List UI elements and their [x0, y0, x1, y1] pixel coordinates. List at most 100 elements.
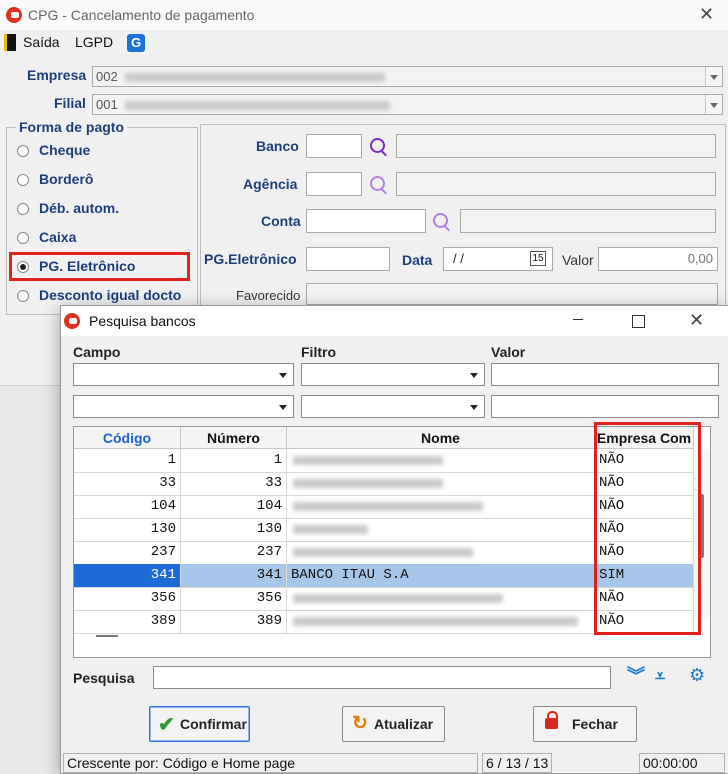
option-cheque[interactable]: Cheque: [39, 142, 90, 158]
chevron-down-icon[interactable]: [705, 67, 722, 86]
menu-lgpd[interactable]: LGPD: [75, 34, 113, 50]
confirm-label: Confirmar: [180, 716, 247, 732]
chevron-down-icon[interactable]: [276, 366, 291, 383]
check-icon: ✔: [158, 714, 175, 736]
option-desconto[interactable]: Desconto igual docto: [39, 287, 181, 303]
chevron-down-icon[interactable]: [467, 366, 482, 383]
conta-name-field: [460, 209, 716, 233]
col-numero[interactable]: Número: [181, 427, 287, 449]
redacted-text: [293, 502, 483, 511]
empresa-select[interactable]: 002: [92, 66, 723, 87]
valor-input[interactable]: 0,00: [598, 247, 718, 271]
confirm-button[interactable]: ✔ Confirmar: [149, 706, 250, 742]
search-icon[interactable]: [370, 176, 385, 191]
dialog-title: Pesquisa bancos: [89, 313, 196, 329]
pg-eletronico-label: PG.Eletrônico: [204, 251, 297, 267]
valor-input-1[interactable]: [491, 363, 719, 386]
redacted-text: [293, 456, 443, 465]
filtro-select-2[interactable]: [301, 395, 485, 418]
search-icon[interactable]: [370, 138, 385, 153]
close-label: Fechar: [572, 716, 618, 732]
conta-input[interactable]: [306, 209, 426, 233]
data-label: Data: [402, 252, 433, 268]
jump-to-end-icon[interactable]: ⩡: [655, 666, 665, 686]
app-logo-icon: [64, 313, 80, 329]
filial-label: Filial: [54, 95, 86, 111]
close-icon[interactable]: ✕: [699, 4, 714, 25]
filtro-select-1[interactable]: [301, 363, 485, 386]
radio-caixa[interactable]: [17, 232, 29, 244]
search-icon[interactable]: [433, 213, 448, 228]
radio-deb-autom[interactable]: [17, 203, 29, 215]
double-chevron-down-icon[interactable]: ︾: [627, 666, 645, 686]
calendar-icon[interactable]: 15: [530, 251, 546, 266]
status-position: 6 / 13 / 13: [482, 753, 552, 773]
redacted-text: [293, 479, 443, 488]
horizontal-scroll-thumb[interactable]: [96, 635, 118, 637]
cell-codigo: 1: [74, 449, 181, 472]
status-sort: Crescente por: Código e Home page: [63, 753, 478, 773]
search-input[interactable]: [153, 666, 611, 689]
radio-cheque[interactable]: [17, 145, 29, 157]
radio-bordero[interactable]: [17, 174, 29, 186]
cell-numero: 130: [181, 518, 287, 541]
option-bordero[interactable]: Borderô: [39, 171, 93, 187]
radio-desconto[interactable]: [17, 290, 29, 302]
bank-search-dialog: Pesquisa bancos ✕ Campo Filtro Valor Cód…: [60, 305, 728, 774]
banco-input[interactable]: [306, 134, 362, 158]
chevron-down-icon[interactable]: [705, 95, 722, 114]
gear-icon[interactable]: ⚙: [689, 665, 705, 685]
status-time: 00:00:00: [639, 753, 725, 773]
option-caixa[interactable]: Caixa: [39, 229, 76, 245]
banco-label: Banco: [256, 138, 299, 154]
cell-nome: BANCO ITAU S.A: [287, 564, 595, 587]
cell-numero: 33: [181, 472, 287, 495]
cell-numero: 341: [181, 564, 287, 587]
banco-name-field: [396, 134, 716, 158]
pg-eletronico-input[interactable]: [306, 247, 390, 271]
redacted-text: [293, 594, 503, 603]
conta-label: Conta: [261, 213, 301, 229]
cell-codigo: 33: [74, 472, 181, 495]
campo-select-2[interactable]: [73, 395, 294, 418]
exit-door-icon[interactable]: [4, 34, 16, 51]
payment-method-title: Forma de pagto: [16, 119, 128, 135]
cell-nome: [287, 541, 595, 564]
empresa-label: Empresa: [27, 67, 87, 83]
lock-shackle: [547, 711, 558, 721]
chevron-down-icon[interactable]: [276, 398, 291, 415]
refresh-icon: ↻: [352, 713, 368, 734]
maximize-icon[interactable]: [632, 315, 645, 328]
filtro-label: Filtro: [301, 344, 336, 360]
close-button[interactable]: Fechar: [533, 706, 637, 742]
refresh-button[interactable]: ↻ Atualizar: [342, 706, 445, 742]
empresa-value: 002: [96, 69, 118, 84]
redacted-text: [293, 617, 578, 626]
redacted-text: [293, 548, 473, 557]
close-icon[interactable]: ✕: [689, 310, 704, 331]
valor-label: Valor: [491, 344, 526, 360]
menu-exit[interactable]: Saída: [23, 34, 60, 50]
valor-input-2[interactable]: [491, 395, 719, 418]
cell-codigo: 389: [74, 610, 181, 633]
filial-value: 001: [96, 97, 118, 112]
cell-nome: [287, 587, 595, 610]
cell-nome: [287, 610, 595, 633]
minimize-icon[interactable]: [573, 319, 583, 320]
chevron-down-icon[interactable]: [467, 398, 482, 415]
agencia-name-field: [396, 172, 716, 196]
col-codigo[interactable]: Código: [74, 427, 181, 449]
cell-numero: 104: [181, 495, 287, 518]
filial-select[interactable]: 001: [92, 94, 723, 115]
agencia-input[interactable]: [306, 172, 362, 196]
g-logo-icon[interactable]: G: [127, 34, 145, 52]
option-deb-autom[interactable]: Déb. autom.: [39, 200, 119, 216]
cell-codigo: 341: [74, 564, 181, 587]
data-input[interactable]: / / 15: [443, 247, 553, 271]
col-nome[interactable]: Nome: [287, 427, 595, 449]
highlight-box: [594, 422, 701, 635]
highlight-box: [9, 252, 190, 281]
title-bar: CPG - Cancelamento de pagamento ✕: [0, 0, 728, 30]
campo-select-1[interactable]: [73, 363, 294, 386]
window-title: CPG - Cancelamento de pagamento: [28, 7, 255, 23]
